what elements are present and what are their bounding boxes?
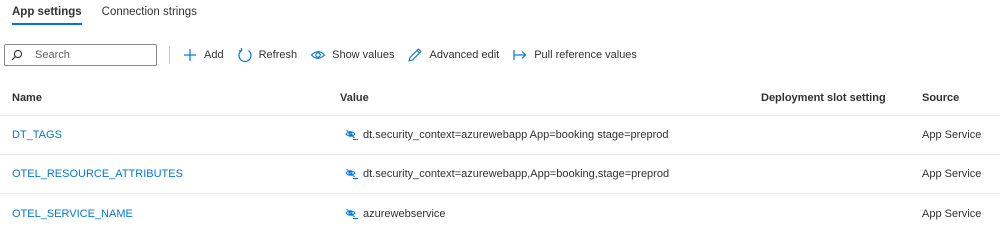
- column-header-source[interactable]: Source: [922, 80, 959, 115]
- plus-icon: [184, 49, 196, 61]
- source-cell: App Service: [922, 207, 982, 220]
- setting-name-link[interactable]: OTEL_SERVICE_NAME: [12, 208, 133, 220]
- tab-app-settings[interactable]: App settings: [12, 0, 82, 26]
- setting-value-cell[interactable]: azurewebservice: [345, 194, 446, 233]
- toolbar-divider: [169, 46, 170, 64]
- refresh-icon: [237, 48, 252, 62]
- hidden-value-icon: [345, 208, 358, 219]
- advanced-edit-label: Advanced edit: [429, 49, 500, 61]
- toolbar: Add Refresh Show values Advanced edit Pu…: [4, 44, 650, 66]
- refresh-button[interactable]: Refresh: [237, 47, 298, 63]
- source-cell: App Service: [922, 129, 982, 141]
- setting-name-link[interactable]: OTEL_RESOURCE_ATTRIBUTES: [12, 168, 183, 180]
- tab-connection-strings[interactable]: Connection strings: [102, 0, 197, 26]
- pull-reference-values-button[interactable]: Pull reference values: [512, 47, 637, 63]
- setting-value-cell[interactable]: dt.security_context=azurewebapp App=book…: [345, 116, 668, 154]
- setting-name-cell: OTEL_SERVICE_NAME: [12, 194, 133, 233]
- hidden-value-icon: [345, 129, 358, 140]
- show-values-label: Show values: [332, 49, 395, 61]
- search-input[interactable]: [35, 49, 145, 61]
- setting-value-text: dt.security_context=azurewebapp App=book…: [363, 129, 669, 141]
- pencil-icon: [408, 48, 423, 62]
- table-row[interactable]: OTEL_RESOURCE_ATTRIBUTES dt.security_con…: [0, 155, 1000, 194]
- column-header-value[interactable]: Value: [340, 80, 369, 115]
- search-icon: [11, 49, 23, 61]
- column-header-name[interactable]: Name: [12, 80, 42, 115]
- setting-value-text: azurewebservice: [363, 207, 446, 220]
- tab-bar: App settings Connection strings: [12, 0, 197, 26]
- table-header-row: Name Value Deployment slot setting Sourc…: [0, 80, 1000, 116]
- eye-icon: [310, 51, 326, 59]
- source-cell: App Service: [922, 168, 982, 180]
- column-header-slot[interactable]: Deployment slot setting: [761, 80, 886, 115]
- pull-reference-values-label: Pull reference values: [534, 49, 637, 61]
- show-values-button[interactable]: Show values: [310, 47, 394, 63]
- add-label: Add: [204, 49, 224, 61]
- advanced-edit-button[interactable]: Advanced edit: [407, 47, 499, 63]
- setting-value-cell[interactable]: dt.security_context=azurewebapp,App=book…: [345, 155, 669, 193]
- hidden-value-icon: [345, 168, 358, 179]
- app-settings-table: Name Value Deployment slot setting Sourc…: [0, 80, 1000, 233]
- add-button[interactable]: Add: [182, 47, 224, 63]
- setting-name-cell: OTEL_RESOURCE_ATTRIBUTES: [12, 155, 183, 193]
- setting-value-text: dt.security_context=azurewebapp,App=book…: [363, 168, 670, 180]
- search-box[interactable]: [4, 44, 157, 66]
- table-row[interactable]: DT_TAGS dt.security_context=azurewebapp …: [0, 116, 1000, 155]
- setting-name-link[interactable]: DT_TAGS: [12, 129, 62, 141]
- setting-name-cell: DT_TAGS: [12, 116, 62, 154]
- table-row[interactable]: OTEL_SERVICE_NAME azurewebservice App Se…: [0, 194, 1000, 233]
- arrow-right-bar-icon: [513, 50, 527, 60]
- refresh-label: Refresh: [258, 49, 298, 61]
